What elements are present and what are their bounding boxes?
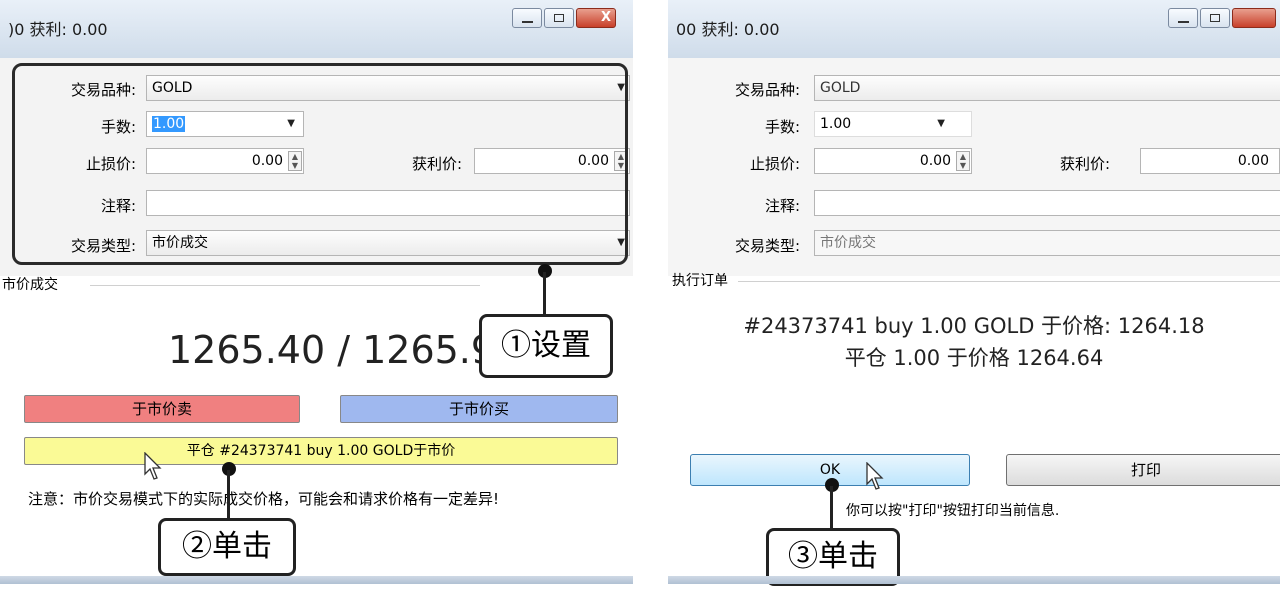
buy-market-button[interactable]: 于市价买 bbox=[340, 395, 618, 423]
callout-settings: ①设置 bbox=[479, 314, 613, 378]
title-bar: )0 获利: 0.00 X bbox=[0, 0, 633, 59]
stop-loss-value: 0.00 bbox=[919, 153, 951, 169]
close-icon[interactable]: X bbox=[576, 8, 616, 28]
maximize-icon[interactable] bbox=[544, 8, 574, 28]
mouse-cursor-icon bbox=[144, 452, 162, 480]
print-hint: 你可以按"打印"按钮打印当前信息. bbox=[846, 503, 1060, 519]
spinner-icon: ▲ ▼ bbox=[956, 151, 970, 171]
take-profit-label: 获利价: bbox=[1059, 155, 1110, 173]
section-label: 市价成交 bbox=[2, 277, 58, 293]
symbol-label: 交易品种: bbox=[734, 81, 800, 99]
trade-type-value: 市价成交 bbox=[820, 235, 876, 251]
callout-stem bbox=[227, 470, 230, 520]
order-result-line2: 平仓 1.00 于价格 1264.64 bbox=[844, 346, 1104, 370]
comment-input bbox=[814, 190, 1280, 216]
callout-stem bbox=[543, 272, 546, 316]
volume-combo: 1.00 ▼ bbox=[814, 111, 972, 137]
close-icon[interactable] bbox=[1232, 8, 1276, 28]
order-result-line1: #24373741 buy 1.00 GOLD 于价格: 1264.18 bbox=[743, 314, 1205, 338]
take-profit-value: 0.00 bbox=[1237, 153, 1269, 169]
order-dialog-right: 00 获利: 0.00 交易品种: GOLD 手数: 1.00 ▼ 止损价: 0… bbox=[668, 0, 1280, 593]
settings-highlight-frame bbox=[12, 63, 628, 265]
symbol-value: GOLD bbox=[820, 80, 861, 96]
window-title: 00 获利: 0.00 bbox=[676, 20, 780, 39]
sell-market-button[interactable]: 于市价卖 bbox=[24, 395, 300, 423]
comment-label: 注释: bbox=[764, 197, 800, 215]
section-label: 执行订单 bbox=[672, 273, 728, 289]
callout-click: ②单击 bbox=[158, 518, 296, 576]
callout-stem bbox=[830, 486, 833, 530]
section-divider bbox=[738, 281, 1280, 282]
status-bar bbox=[668, 576, 1280, 584]
volume-label: 手数: bbox=[764, 118, 800, 136]
bid-ask-price: 1265.40 / 1265.93 bbox=[168, 328, 520, 372]
symbol-select: GOLD bbox=[814, 75, 1280, 101]
volume-value: 1.00 bbox=[820, 116, 852, 132]
close-position-button[interactable]: 平仓 #24373741 buy 1.00 GOLD于市价 bbox=[24, 437, 618, 465]
window-title: )0 获利: 0.00 bbox=[8, 20, 108, 39]
stop-loss-input: 0.00 ▲ ▼ bbox=[814, 148, 972, 174]
dropdown-arrow-icon: ▼ bbox=[937, 118, 945, 129]
market-note: 注意：市价交易模式下的实际成交价格，可能会和请求价格有一定差异! bbox=[28, 490, 500, 508]
order-dialog-left: )0 获利: 0.00 X 交易品种: GOLD ▼ 手数: 1.00 ▼ 止损… bbox=[0, 0, 633, 593]
maximize-icon[interactable] bbox=[1200, 8, 1230, 28]
minimize-icon[interactable] bbox=[1168, 8, 1198, 28]
title-bar: 00 获利: 0.00 bbox=[668, 0, 1280, 59]
section-divider bbox=[90, 285, 480, 286]
trade-type-select: 市价成交 bbox=[814, 230, 1280, 256]
mouse-cursor-icon bbox=[866, 462, 884, 490]
order-form: 交易品种: GOLD 手数: 1.00 ▼ 止损价: 0.00 ▲ ▼ 获利价: … bbox=[668, 58, 1280, 276]
trade-type-label: 交易类型: bbox=[734, 237, 800, 255]
print-button[interactable]: 打印 bbox=[1006, 454, 1280, 486]
stop-loss-label: 止损价: bbox=[749, 155, 800, 173]
status-bar bbox=[0, 576, 633, 584]
take-profit-input: 0.00 bbox=[1140, 148, 1280, 174]
minimize-icon[interactable] bbox=[512, 8, 542, 28]
